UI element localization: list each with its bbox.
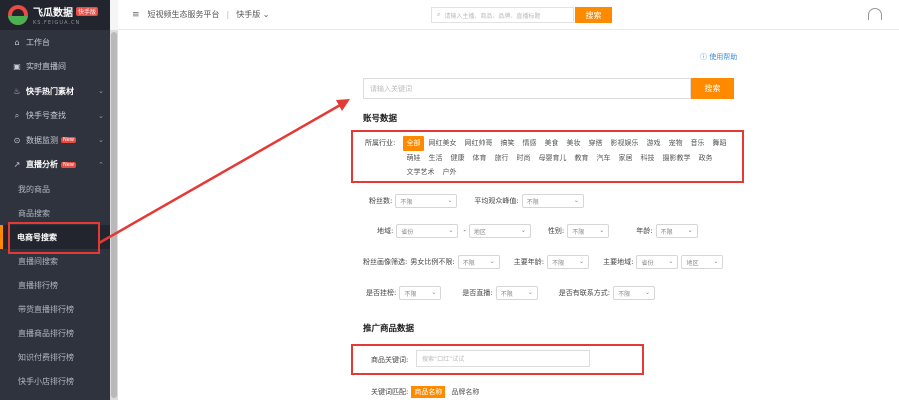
annotation-arrow <box>98 99 350 245</box>
